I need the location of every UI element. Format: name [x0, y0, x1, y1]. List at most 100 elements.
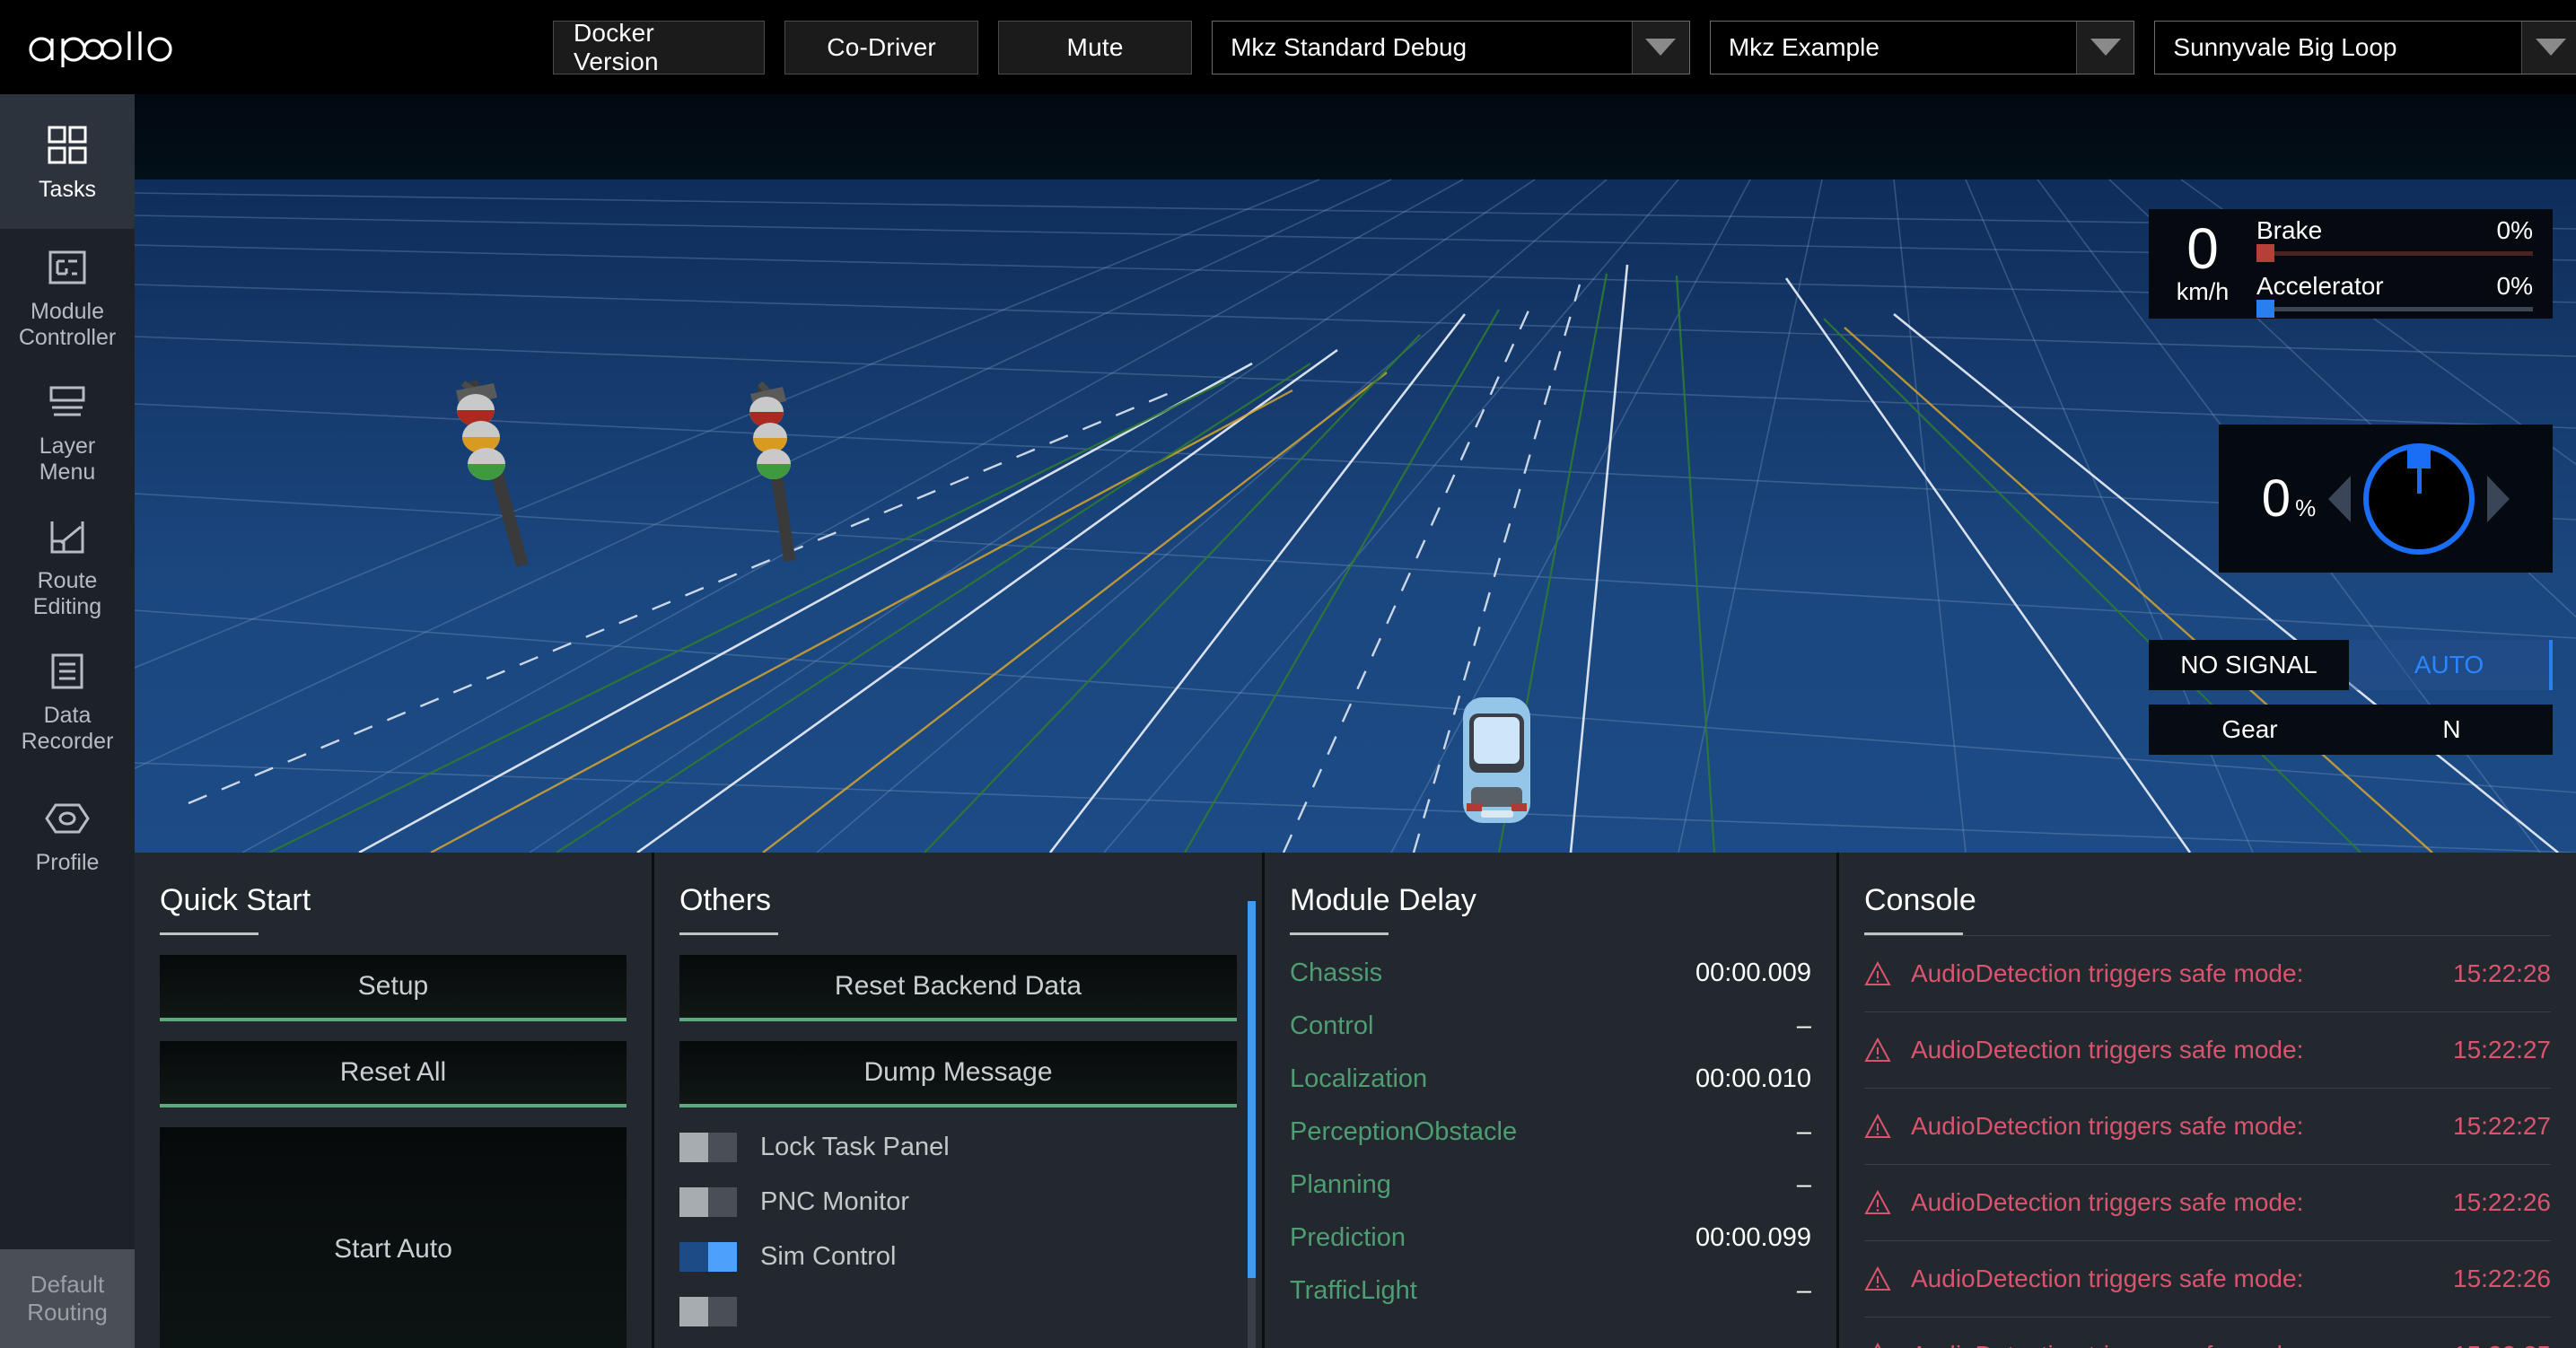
warning-icon — [1864, 961, 1891, 985]
dump-message-button[interactable]: Dump Message — [679, 1041, 1237, 1107]
sidebar-item-tasks[interactable]: Tasks — [0, 94, 135, 229]
quick-start-panel: Quick Start Setup Reset All Start Auto — [135, 853, 652, 1348]
module-delay-value: 00:00.009 — [1695, 958, 1811, 987]
brake-bar-knob — [2256, 244, 2274, 262]
others-panel: Others Reset Backend Data Dump Message L… — [652, 853, 1262, 1348]
module-icon — [45, 241, 90, 293]
console-panel: Console AudioDetection triggers safe mod… — [1836, 853, 2576, 1348]
sidebar-item-label: Tasks — [39, 177, 96, 203]
accelerator-label: Accelerator — [2256, 272, 2384, 300]
module-name: TrafficLight — [1290, 1276, 1417, 1305]
console-message: AudioDetection triggers safe mode: — [1911, 1112, 2304, 1140]
map-select-value: Sunnyvale Big Loop — [2173, 32, 2397, 61]
sidebar-item-module-controller[interactable]: Module Controller — [0, 229, 135, 363]
signal-mode-panel: NO SIGNAL AUTO — [2149, 640, 2553, 690]
chevron-down-icon[interactable] — [2521, 21, 2576, 74]
console-timestamp: 15:22:28 — [2453, 959, 2551, 987]
chevron-down-icon[interactable] — [1631, 21, 1689, 74]
sidebar-item-label: Data Recorder — [21, 702, 114, 755]
module-name: Control — [1290, 1011, 1374, 1040]
title-underline — [1290, 932, 1389, 935]
sidebar-item-label: Layer Menu — [39, 433, 96, 486]
gear-panel: Gear N — [2149, 705, 2553, 755]
toggle-label: PNC Monitor — [760, 1187, 909, 1216]
sidebar-item-profile[interactable]: Profile — [0, 767, 135, 902]
pnc-monitor-toggle[interactable] — [679, 1187, 737, 1217]
scrollbar-thumb[interactable] — [1248, 901, 1256, 1278]
co-driver-button[interactable]: Co-Driver — [784, 20, 979, 74]
toggle-row-lock-task-panel[interactable]: Lock Task Panel — [679, 1133, 1237, 1162]
brake-label: Brake — [2256, 216, 2323, 244]
others-scrollbar[interactable] — [1248, 901, 1256, 1348]
toggle-row-sim-control[interactable]: Sim Control — [679, 1242, 1237, 1272]
map-select[interactable]: Sunnyvale Big Loop — [2154, 20, 2576, 74]
brake-row: Brake 0% — [2256, 216, 2533, 245]
signal-status: NO SIGNAL — [2149, 640, 2349, 690]
module-name: Chassis — [1290, 958, 1383, 987]
docker-version-button[interactable]: Docker Version — [553, 19, 766, 75]
module-name: PerceptionObstacle — [1290, 1117, 1518, 1146]
console-timestamp: 15:22:26 — [2453, 1265, 2551, 1292]
console-timestamp: 15:22:25 — [2453, 1341, 2551, 1348]
console-timestamp: 15:22:26 — [2453, 1188, 2551, 1216]
mode-select[interactable]: Mkz Standard Debug — [1212, 20, 1690, 74]
reset-all-button[interactable]: Reset All — [160, 1041, 626, 1107]
chevron-down-icon[interactable] — [2076, 21, 2134, 74]
steering-percentage: 0 % — [2262, 468, 2316, 529]
console-message: AudioDetection triggers safe mode: — [1911, 959, 2304, 987]
toggle-row-partial[interactable] — [679, 1297, 1237, 1326]
toggle-label: Sim Control — [760, 1242, 897, 1271]
mute-button[interactable]: Mute — [998, 20, 1193, 74]
gear-value: N — [2442, 715, 2461, 743]
sim-control-toggle[interactable] — [679, 1242, 737, 1272]
drive-mode-status: AUTO — [2349, 640, 2553, 690]
sidebar-item-data-recorder[interactable]: Data Recorder — [0, 633, 135, 767]
warning-icon — [1864, 1266, 1891, 1291]
module-name: Prediction — [1290, 1223, 1406, 1252]
steering-value: 0 — [2261, 469, 2291, 528]
hud-meter-panel: 0 km/h Brake 0% Accelerator 0% — [2149, 209, 2553, 319]
traffic-light-middle — [749, 381, 796, 562]
grid-icon — [45, 119, 90, 171]
console-message: AudioDetection triggers safe mode: — [1911, 1188, 2304, 1216]
panel-title: Module Delay — [1290, 883, 1476, 917]
vehicle-select[interactable]: Mkz Example — [1709, 20, 2135, 74]
lock-task-panel-toggle[interactable] — [679, 1133, 737, 1162]
console-timestamp: 15:22:27 — [2453, 1112, 2551, 1140]
apollo-dreamview-app: Docker Version Co-Driver Mute Mkz Standa… — [0, 0, 2576, 1348]
sidebar-item-layer-menu[interactable]: Layer Menu — [0, 363, 135, 498]
warning-icon — [1864, 1037, 1891, 1062]
title-underline — [679, 932, 778, 935]
sidebar-item-route-editing[interactable]: Route Editing — [0, 498, 135, 633]
sidebar-item-label: Profile — [35, 850, 100, 876]
ego-vehicle — [1463, 697, 1530, 823]
accelerator-row: Accelerator 0% — [2256, 272, 2533, 301]
module-delay-value: 00:00.099 — [1695, 1223, 1811, 1252]
module-delay-row: Control – — [1290, 1011, 1811, 1041]
console-entry: AudioDetection triggers safe mode: 15:22… — [1864, 1317, 2551, 1348]
module-delay-row: PerceptionObstacle – — [1290, 1117, 1811, 1147]
accelerator-bar — [2256, 300, 2533, 318]
start-auto-button[interactable]: Start Auto — [160, 1127, 626, 1348]
toggle-row-pnc-monitor[interactable]: PNC Monitor — [679, 1187, 1237, 1217]
additional-toggle[interactable] — [679, 1297, 737, 1326]
traffic-light-left — [456, 380, 529, 567]
pedal-bars: Brake 0% Accelerator 0% — [2256, 216, 2553, 318]
brake-value: 0% — [2496, 216, 2533, 244]
console-entry: AudioDetection triggers safe mode: 15:22… — [1864, 935, 2551, 1011]
accelerator-value: 0% — [2496, 272, 2533, 300]
bottom-panels: Quick Start Setup Reset All Start Auto O… — [135, 853, 2576, 1348]
steering-wheel-icon — [2363, 442, 2475, 555]
console-timestamp: 15:22:27 — [2453, 1036, 2551, 1064]
steering-panel: 0 % — [2219, 425, 2553, 573]
panel-title: Quick Start — [160, 883, 311, 917]
speed-value: 0 — [2186, 216, 2219, 282]
default-routing-footer[interactable]: Default Routing — [0, 1249, 135, 1348]
module-delay-value: – — [1796, 1117, 1811, 1146]
setup-button[interactable]: Setup — [160, 955, 626, 1021]
gear-label: Gear — [2221, 715, 2278, 743]
simulation-3d-view[interactable]: 0 km/h Brake 0% Accelerator 0% 0 % NO SI… — [135, 94, 2576, 853]
reset-backend-data-button[interactable]: Reset Backend Data — [679, 955, 1237, 1021]
module-delay-row: Chassis 00:00.009 — [1290, 958, 1811, 988]
speed-unit: km/h — [2176, 277, 2230, 305]
